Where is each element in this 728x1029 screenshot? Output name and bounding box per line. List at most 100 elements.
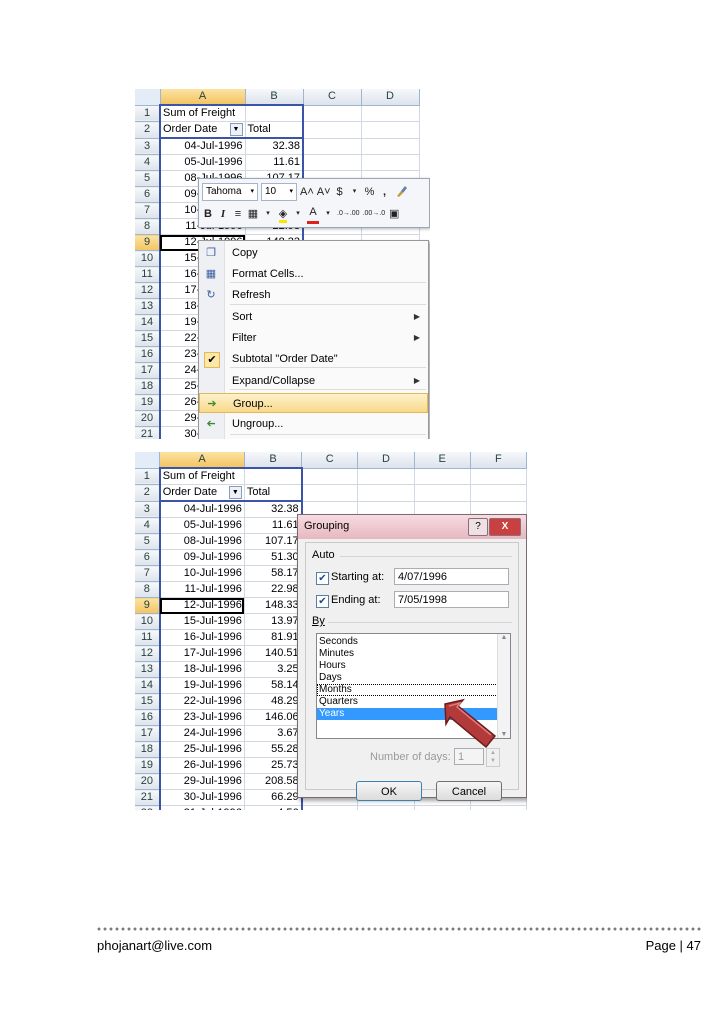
close-button[interactable]: X xyxy=(489,518,521,536)
select-all-corner[interactable] xyxy=(135,452,161,469)
column-header[interactable]: B xyxy=(245,89,304,106)
row-header[interactable]: 18 xyxy=(135,741,161,758)
cell-a[interactable]: 18-Jul-1996 xyxy=(158,661,245,678)
cell-a[interactable]: 09-Jul-1996 xyxy=(158,549,245,566)
cell-a[interactable]: Sum of Freight xyxy=(159,104,246,122)
menu-item-refresh[interactable]: ↻ Refresh xyxy=(199,285,428,305)
merge-cells-icon[interactable]: ▣ xyxy=(388,206,400,222)
cell-b[interactable]: Total xyxy=(244,484,303,502)
row-header[interactable]: 13 xyxy=(135,661,161,678)
filter-dropdown-icon[interactable]: ▼ xyxy=(228,486,242,499)
empty-cell[interactable] xyxy=(414,484,471,502)
row-header[interactable]: 5 xyxy=(135,533,161,550)
cell-a[interactable]: 10-Jul-1996 xyxy=(158,565,245,582)
menu-item-subtotal-order-date[interactable]: ✔ Subtotal "Order Date" xyxy=(199,349,428,369)
scroll-down-icon[interactable]: ▼ xyxy=(498,731,510,738)
cell-b[interactable]: 11.61 xyxy=(245,154,304,171)
list-item[interactable]: Days xyxy=(317,672,510,684)
font-size-box[interactable]: 10 ▾ xyxy=(261,183,297,201)
fill-color-icon[interactable]: ◈ xyxy=(277,206,289,223)
cell-b[interactable]: 58.17 xyxy=(244,565,303,582)
menu-item-group[interactable]: ➔ Group... xyxy=(199,393,428,413)
cell-a[interactable]: Sum of Freight xyxy=(158,467,245,485)
cell-a[interactable]: 04-Jul-1996 xyxy=(159,138,246,155)
empty-cell[interactable] xyxy=(470,468,527,485)
cell-a[interactable]: 26-Jul-1996 xyxy=(158,757,245,774)
row-header[interactable]: 16 xyxy=(135,346,161,363)
row-header[interactable]: 15 xyxy=(135,693,161,710)
list-item[interactable]: Hours xyxy=(317,660,510,672)
row-header[interactable]: 6 xyxy=(135,549,161,566)
starting-at-checkbox[interactable]: ✔ xyxy=(316,572,329,585)
row-header[interactable]: 2 xyxy=(135,484,161,502)
row-header[interactable]: 22 xyxy=(135,805,161,810)
cell-a[interactable]: 23-Jul-1996 xyxy=(158,709,245,726)
empty-cell[interactable] xyxy=(303,105,362,122)
menu-item-format-cells[interactable]: ▦ Format Cells... xyxy=(199,264,428,284)
grow-font-button[interactable]: A˄ xyxy=(300,184,314,200)
empty-cell[interactable] xyxy=(361,154,420,171)
menu-item-expand-collapse[interactable]: Expand/Collapse ▶ xyxy=(199,371,428,391)
cell-b[interactable]: 4.56 xyxy=(244,805,303,810)
ending-at-checkbox[interactable]: ✔ xyxy=(316,595,329,608)
cell-b[interactable]: 208.58 xyxy=(244,773,303,790)
empty-cell[interactable] xyxy=(361,105,420,122)
cell-a[interactable]: 31-Jul-1996 xyxy=(158,805,245,810)
empty-cell[interactable] xyxy=(303,121,362,139)
row-header[interactable]: 4 xyxy=(135,517,161,534)
cell-b[interactable]: 13.97 xyxy=(244,613,303,630)
cell-a[interactable]: 29-Jul-1996 xyxy=(158,773,245,790)
cell-b[interactable]: 58.14 xyxy=(244,677,303,694)
row-header[interactable]: 20 xyxy=(135,773,161,790)
column-header[interactable]: B xyxy=(244,452,303,469)
ok-button[interactable]: OK xyxy=(356,781,422,801)
column-header[interactable]: C xyxy=(303,89,362,106)
menu-item-sort[interactable]: Sort ▶ xyxy=(199,307,428,327)
row-header[interactable]: 7 xyxy=(135,565,161,582)
cell-b[interactable] xyxy=(245,104,304,122)
row-header[interactable]: 12 xyxy=(135,282,161,299)
row-header[interactable]: 8 xyxy=(135,218,161,235)
cell-b[interactable]: 146.06 xyxy=(244,709,303,726)
row-header[interactable]: 11 xyxy=(135,629,161,646)
row-header[interactable]: 14 xyxy=(135,677,161,694)
cell-b[interactable]: 25.73 xyxy=(244,757,303,774)
chevron-down-icon[interactable]: ▾ xyxy=(322,206,334,222)
empty-cell[interactable] xyxy=(357,484,415,502)
ending-at-input[interactable]: 7/05/1998 xyxy=(394,591,509,608)
empty-cell[interactable] xyxy=(303,154,362,171)
cancel-button[interactable]: Cancel xyxy=(436,781,502,801)
select-all-corner[interactable] xyxy=(135,89,161,106)
cell-a[interactable]: 30-Jul-1996 xyxy=(158,789,245,806)
help-button[interactable]: ? xyxy=(468,518,488,536)
empty-cell[interactable] xyxy=(301,484,359,502)
bold-button[interactable]: B xyxy=(202,206,214,222)
cell-b[interactable] xyxy=(244,467,303,485)
cell-b[interactable]: 32.38 xyxy=(245,138,304,155)
empty-cell[interactable] xyxy=(301,805,359,810)
empty-cell[interactable] xyxy=(357,805,415,810)
cell-b[interactable]: 11.61 xyxy=(244,517,303,534)
starting-at-input[interactable]: 4/07/1996 xyxy=(394,568,509,585)
column-header[interactable]: C xyxy=(301,452,359,469)
row-header[interactable]: 19 xyxy=(135,394,161,411)
empty-cell[interactable] xyxy=(470,484,527,502)
empty-cell[interactable] xyxy=(303,138,362,155)
filter-dropdown-icon[interactable]: ▼ xyxy=(229,123,243,136)
row-label-header[interactable]: Order Date ▼ xyxy=(158,484,245,502)
percent-button[interactable]: % xyxy=(364,184,376,200)
borders-icon[interactable]: ▦ xyxy=(247,206,259,222)
empty-cell[interactable] xyxy=(361,138,420,155)
row-header[interactable]: 11 xyxy=(135,266,161,283)
cell-a[interactable]: 16-Jul-1996 xyxy=(158,629,245,646)
scroll-up-icon[interactable]: ▲ xyxy=(498,634,510,641)
row-header[interactable]: 17 xyxy=(135,725,161,742)
empty-cell[interactable] xyxy=(414,468,471,485)
cell-a[interactable]: 08-Jul-1996 xyxy=(158,533,245,550)
cell-b[interactable]: 140.51 xyxy=(244,645,303,662)
list-item[interactable]: Seconds xyxy=(317,636,510,648)
chevron-down-icon[interactable]: ▾ xyxy=(292,206,304,222)
empty-cell[interactable] xyxy=(414,805,471,810)
font-color-button[interactable]: A xyxy=(307,205,319,224)
cell-b[interactable]: 81.91 xyxy=(244,629,303,646)
